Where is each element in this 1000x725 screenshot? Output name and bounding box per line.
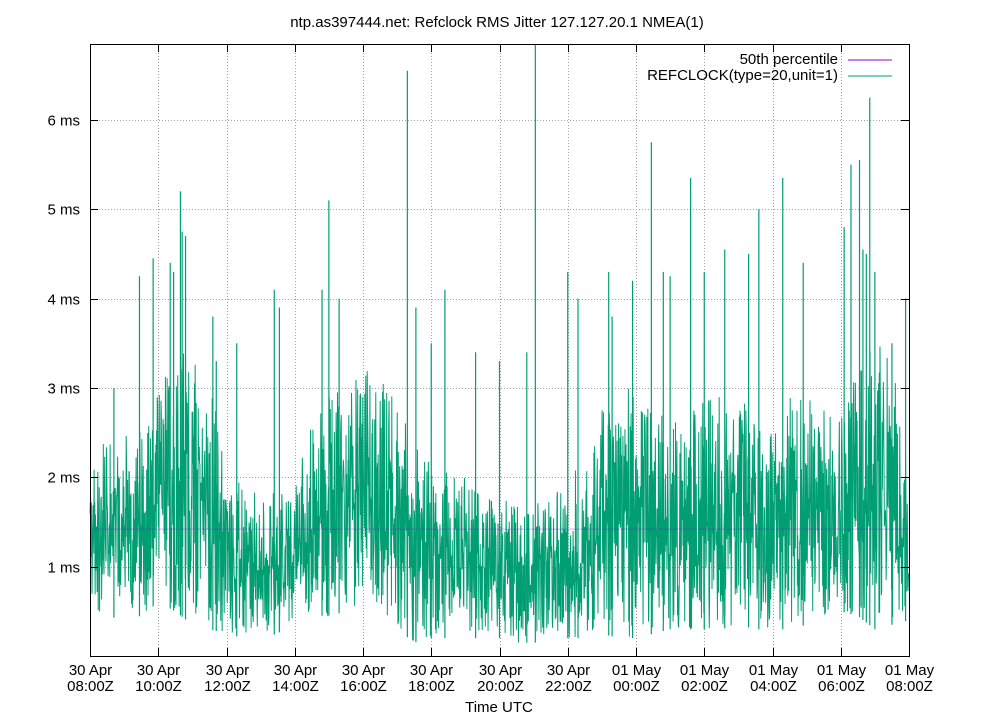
x-tick-label-time: 20:00Z <box>477 678 524 695</box>
x-tick-label-time: 00:00Z <box>613 678 660 695</box>
x-tick-label-time: 10:00Z <box>135 678 182 695</box>
y-tick-label: 1 ms <box>47 560 80 577</box>
x-tick-label-time: 18:00Z <box>408 678 455 695</box>
y-tick-label: 5 ms <box>47 202 80 219</box>
y-tick-label: 6 ms <box>47 113 80 130</box>
x-tick-label-date: 30 Apr <box>69 662 112 679</box>
x-tick-label-date: 30 Apr <box>274 662 317 679</box>
x-tick-label-time: 22:00Z <box>545 678 592 695</box>
y-tick-label: 2 ms <box>47 470 80 487</box>
x-tick-label-time: 02:00Z <box>681 678 728 695</box>
x-tick-label-date: 01 May <box>612 662 662 679</box>
x-tick-label-date: 01 May <box>680 662 730 679</box>
chart-title: ntp.as397444.net: Refclock RMS Jitter 12… <box>290 14 704 31</box>
x-axis-label: Time UTC <box>465 699 533 716</box>
x-tick-label-time: 04:00Z <box>750 678 797 695</box>
x-tick-label-date: 30 Apr <box>206 662 249 679</box>
x-tick-label-date: 30 Apr <box>410 662 453 679</box>
legend-label-median: 50th percentile <box>740 51 838 68</box>
y-tick-label: 4 ms <box>47 292 80 309</box>
jitter-chart: 1 ms 2 ms 3 ms 4 ms 5 ms 6 ms 30 Apr 08:00Z 30 A… <box>0 0 1000 720</box>
chart-svg: 1 ms2 ms3 ms4 ms5 ms6 ms30 Apr08:00Z30 A… <box>0 0 1000 720</box>
x-tick-label-date: 01 May <box>817 662 867 679</box>
x-tick-label-date: 01 May <box>885 662 935 679</box>
x-tick-label-time: 08:00Z <box>886 678 933 695</box>
x-tick-label-date: 30 Apr <box>547 662 590 679</box>
y-tick-label: 3 ms <box>47 381 80 398</box>
x-tick-label-time: 08:00Z <box>67 678 114 695</box>
x-tick-label-time: 06:00Z <box>818 678 865 695</box>
x-tick-label-date: 30 Apr <box>342 662 385 679</box>
x-tick-label-date: 30 Apr <box>479 662 522 679</box>
x-tick-label-time: 12:00Z <box>204 678 251 695</box>
x-tick-label-date: 01 May <box>749 662 799 679</box>
x-tick-label-time: 14:00Z <box>272 678 319 695</box>
x-tick-label-date: 30 Apr <box>137 662 180 679</box>
legend-label-refclock: REFCLOCK(type=20,unit=1) <box>647 67 838 84</box>
x-tick-label-time: 16:00Z <box>340 678 387 695</box>
